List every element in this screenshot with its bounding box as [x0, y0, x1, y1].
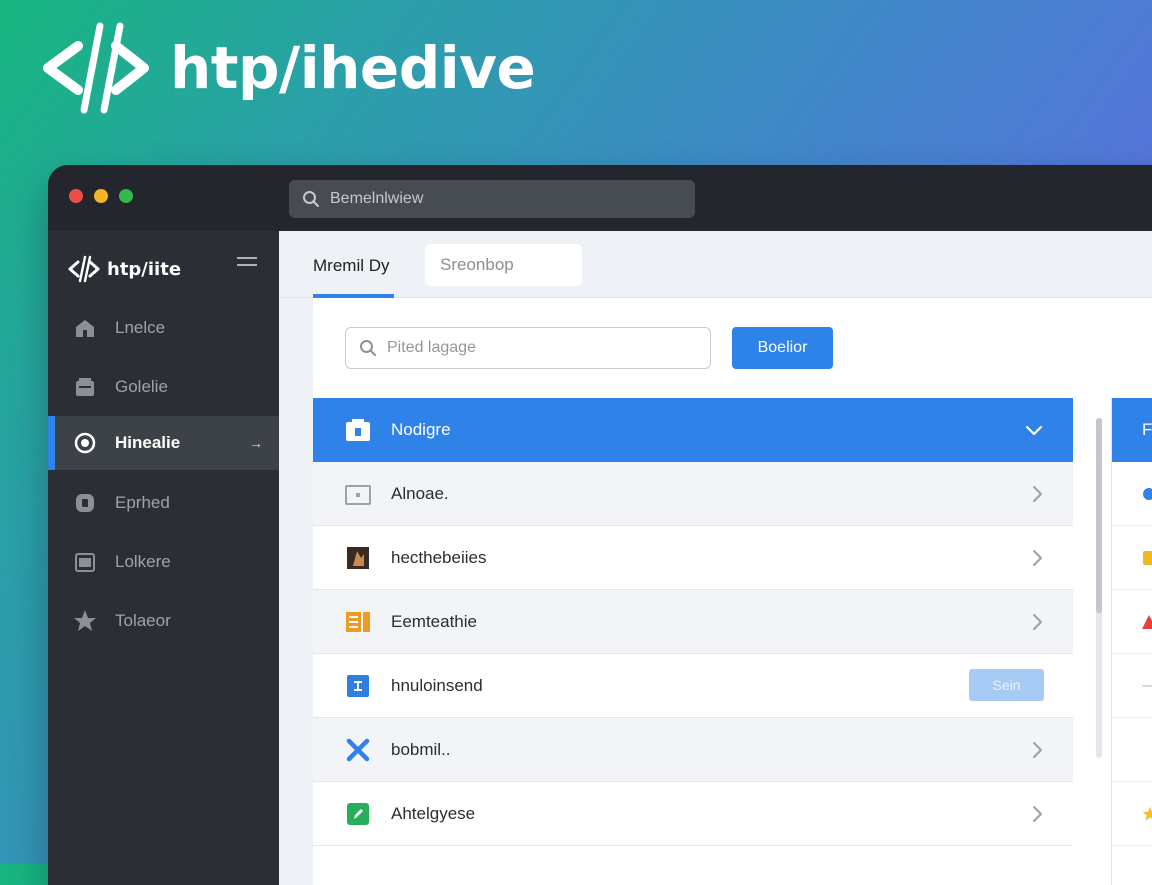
- sidebar-item-label: Eprhed: [115, 493, 170, 512]
- list-item[interactable]: Nodigre: [313, 398, 1073, 462]
- list-item-label: hecthebeiies: [391, 547, 487, 567]
- list-item-label: Alnoae.: [391, 483, 449, 503]
- filter-input[interactable]: Pited lagage: [345, 327, 711, 369]
- list-item-label: bobmil..: [391, 739, 451, 759]
- list-item-label: Ahtelgyese: [391, 803, 476, 823]
- sidebar-item-label: Golelie: [115, 377, 168, 396]
- line-icon: [1142, 684, 1152, 687]
- badge-icon: [73, 491, 97, 515]
- home-icon: [73, 316, 97, 340]
- chevron-right-icon[interactable]: [1031, 613, 1043, 631]
- list-scrollbar[interactable]: [1096, 418, 1102, 758]
- chevron-right-icon[interactable]: [1031, 805, 1043, 823]
- app-window: Bemelnlwiew htp/iite Lnelce Golelie Hine…: [48, 165, 1152, 885]
- chevron-right-icon[interactable]: [1031, 549, 1043, 567]
- tab-secondary[interactable]: Sreonbop: [425, 244, 582, 286]
- sidebar-item-label: Lolkere: [115, 552, 171, 571]
- chevron-right-icon[interactable]: [1031, 485, 1043, 503]
- sidebar-item-6[interactable]: Tolaeor: [48, 594, 279, 648]
- sidebar: htp/iite Lnelce Golelie Hinealie → Eprhe…: [48, 231, 279, 885]
- title-bar: Bemelnlwiew: [48, 165, 1152, 231]
- list-item[interactable]: bobmil..: [313, 718, 1073, 782]
- list-item[interactable]: Eemteathie: [313, 590, 1073, 654]
- list-item-label: Nodigre: [391, 420, 451, 439]
- sidebar-header: htp/iite: [68, 251, 258, 287]
- item-list: Nodigre Alnoae. hecthebeiies Eemteathie …: [313, 398, 1073, 846]
- right-panel-item[interactable]: [1112, 462, 1152, 526]
- arrow-right-icon: →: [249, 435, 263, 451]
- list-item[interactable]: Alnoae.: [313, 462, 1073, 526]
- image-icon: [345, 545, 371, 571]
- text-icon: [345, 673, 371, 699]
- lock-icon: [345, 417, 371, 443]
- edit-icon: [345, 801, 371, 827]
- right-panel-item[interactable]: [1112, 526, 1152, 590]
- main-content: Mremil Dy Sreonbop Pited lagage Boelior …: [279, 231, 1152, 885]
- maximize-window-button[interactable]: [119, 189, 133, 203]
- inbox-icon: [73, 375, 97, 399]
- list-item[interactable]: hnuloinsend Sein: [313, 654, 1073, 718]
- tab-bar: Mremil Dy Sreonbop: [279, 231, 1152, 298]
- code-brackets-icon: [43, 22, 149, 114]
- star-icon: [73, 609, 97, 633]
- sidebar-item-label: Tolaeor: [115, 611, 171, 630]
- cross-icon: [345, 737, 371, 763]
- grid-icon: [345, 609, 371, 635]
- hamburger-menu-icon[interactable]: [237, 257, 257, 271]
- sidebar-item-label: Hinealie: [115, 433, 181, 452]
- star-icon: [1142, 806, 1152, 821]
- sidebar-item-1[interactable]: Lnelce: [48, 301, 279, 355]
- sidebar-item-label: Lnelce: [115, 318, 166, 337]
- sidebar-item-3[interactable]: Hinealie →: [48, 416, 279, 470]
- sidebar-item-5[interactable]: Lolkere: [48, 535, 279, 589]
- calendar-icon: [73, 550, 97, 574]
- close-window-button[interactable]: [69, 189, 83, 203]
- search-icon: [360, 340, 376, 356]
- folder-icon: [345, 481, 371, 507]
- content-panel: Pited lagage Boelior Nodigre Alnoae. hec…: [313, 298, 1152, 885]
- right-panel-item[interactable]: [1112, 718, 1152, 782]
- right-panel-item[interactable]: [1112, 782, 1152, 846]
- primary-button[interactable]: Boelior: [732, 327, 833, 369]
- right-panel-item[interactable]: [1112, 654, 1152, 718]
- chevron-right-icon[interactable]: [1031, 741, 1043, 759]
- list-item[interactable]: hecthebeiies: [313, 526, 1073, 590]
- list-item-label: Eemteathie: [391, 611, 477, 631]
- code-brackets-icon: [68, 255, 100, 283]
- sidebar-item-2[interactable]: Golelie: [48, 360, 279, 414]
- minimize-window-button[interactable]: [94, 189, 108, 203]
- cloud-icon: [1143, 487, 1152, 500]
- chevron-down-icon[interactable]: [1025, 424, 1043, 436]
- list-item-label: hnuloinsend: [391, 675, 483, 695]
- sidebar-item-4[interactable]: Eprhed: [48, 476, 279, 530]
- folder-icon: [1143, 550, 1152, 565]
- alert-icon: [1142, 614, 1152, 629]
- list-item[interactable]: Ahtelgyese: [313, 782, 1073, 846]
- brand-title: htp/ihedive: [170, 34, 536, 102]
- tab-primary[interactable]: Mremil Dy: [313, 231, 390, 297]
- right-panel-header: F: [1112, 398, 1152, 462]
- search-icon: [303, 191, 319, 207]
- row-action-button[interactable]: Sein: [969, 669, 1044, 701]
- global-search-placeholder: Bemelnlwiew: [330, 190, 424, 207]
- filter-placeholder: Pited lagage: [387, 339, 476, 356]
- sidebar-app-name: htp/iite: [107, 258, 182, 280]
- target-icon: [73, 431, 97, 455]
- global-search-input[interactable]: Bemelnlwiew: [289, 180, 695, 218]
- right-panel: F: [1111, 398, 1152, 885]
- brand-header: htp/ihedive: [42, 20, 536, 116]
- scrollbar-thumb[interactable]: [1096, 418, 1102, 613]
- right-panel-item[interactable]: [1112, 590, 1152, 654]
